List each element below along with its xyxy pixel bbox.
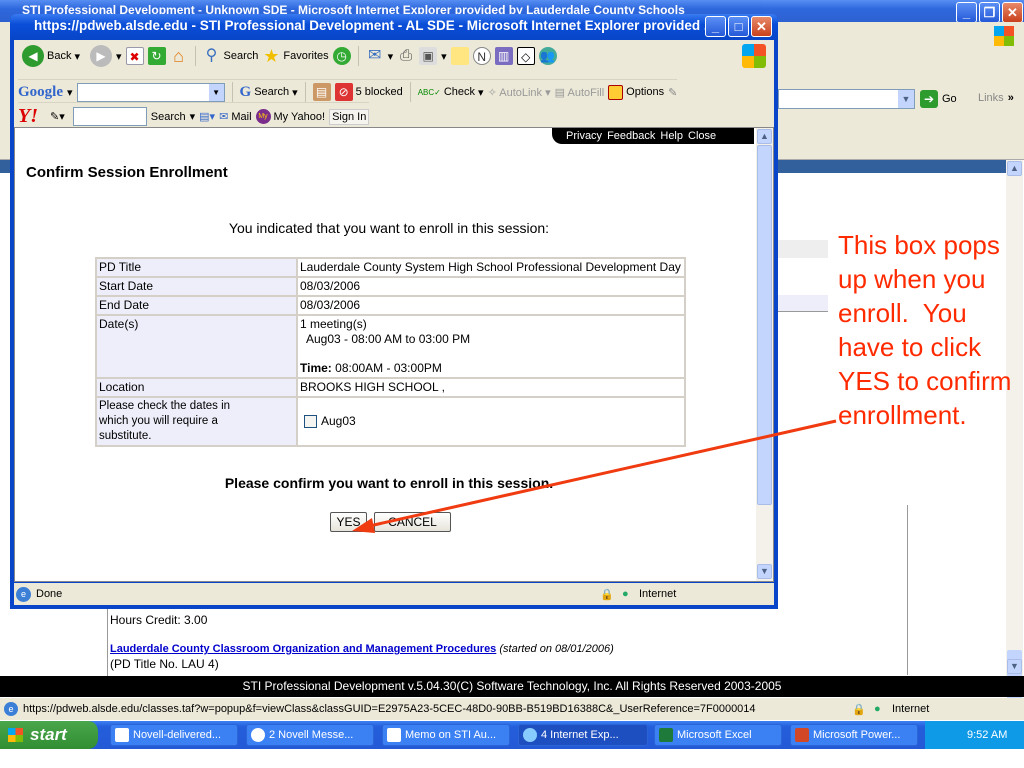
arrow-head bbox=[352, 518, 375, 533]
arrow-line bbox=[364, 419, 837, 529]
annotation-arrow bbox=[352, 419, 837, 533]
